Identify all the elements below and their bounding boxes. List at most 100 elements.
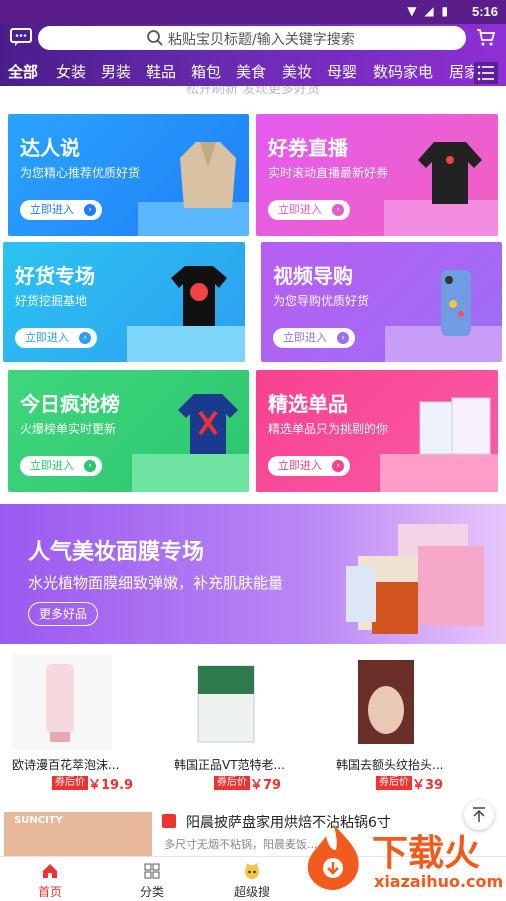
tab-category[interactable]: 分类 bbox=[122, 859, 182, 899]
coat-image bbox=[180, 142, 236, 208]
tab-beauty[interactable]: 美妆 bbox=[282, 61, 312, 82]
card-selected-items[interactable]: 精选单品 精选单品只为挑剔的你 立即进入 › bbox=[256, 370, 498, 492]
tab-all[interactable]: 全部 bbox=[8, 61, 38, 82]
tab-digital[interactable]: 数码家电 bbox=[373, 61, 433, 82]
enter-button-label: 立即进入 bbox=[30, 459, 74, 472]
tab-home-page[interactable]: 首页 bbox=[20, 859, 80, 899]
product-name: 韩国去额头纹抬头... bbox=[336, 758, 444, 772]
search-placeholder: 粘贴宝贝标题/输入关键字搜索 bbox=[168, 32, 355, 48]
product-image bbox=[174, 654, 274, 750]
product-image bbox=[12, 654, 112, 750]
status-time: 5:16 bbox=[471, 4, 498, 19]
sweater-image bbox=[178, 394, 238, 454]
mask-box-image bbox=[419, 397, 491, 455]
enter-button[interactable]: 立即进入 › bbox=[268, 200, 350, 220]
promo-banner[interactable]: 人气美妆面膜专场 水光植物面膜细致弹嫩，补充肌肤能量 更多好品 bbox=[0, 504, 506, 644]
banner-subtitle: 水光植物面膜细致弹嫩，补充肌肤能量 bbox=[28, 574, 284, 592]
product-card[interactable]: 欧诗漫百花萃泡沫... 券后价 ￥19.9 bbox=[12, 654, 172, 794]
arrow-icon: › bbox=[332, 460, 344, 472]
top-header: 粘贴宝贝标题/输入关键字搜索 全部 女装 男装 鞋品 箱包 美食 美妆 母婴 数… bbox=[0, 24, 506, 86]
feed-subtitle: 多尺寸无烟不粘锅，阳晨麦饭... bbox=[164, 838, 318, 851]
card-platform bbox=[132, 454, 249, 492]
card-title: 好货专场 bbox=[15, 264, 95, 288]
tab-baby[interactable]: 母婴 bbox=[327, 61, 357, 82]
tab-label: 超级搜 bbox=[233, 885, 270, 899]
tab-label: 首页 bbox=[37, 885, 62, 899]
tab-bags[interactable]: 箱包 bbox=[191, 61, 221, 82]
menu-icon[interactable] bbox=[474, 62, 498, 84]
enter-button[interactable]: 立即进入 › bbox=[273, 328, 355, 348]
card-subtitle: 好货挖掘基地 bbox=[15, 294, 88, 308]
coupon-tag: 券后价 bbox=[214, 776, 250, 790]
enter-button[interactable]: 立即进入 › bbox=[15, 328, 97, 348]
grid-icon bbox=[144, 863, 160, 879]
card-subtitle: 精选单品只为挑剔的你 bbox=[268, 422, 389, 436]
status-bar: ▼ ◢ ▮ 5:16 bbox=[0, 0, 506, 24]
card-hot-list[interactable]: 今日疯抢榜 火爆榜单实时更新 立即进入 › bbox=[8, 370, 249, 492]
enter-button[interactable]: 立即进入 › bbox=[268, 456, 350, 476]
card-title: 精选单品 bbox=[268, 392, 348, 416]
main-content: 松开刷新 发现更多好货 达人说 为您精心推荐优质好货 立即进入 › 好券直播 实时… bbox=[0, 86, 506, 856]
card-good-goods[interactable]: 好货专场 好货挖掘基地 立即进入 › bbox=[3, 242, 245, 362]
enter-button-label: 立即进入 bbox=[30, 203, 74, 216]
card-title: 达人说 bbox=[20, 136, 80, 160]
card-video-guide[interactable]: 视频导购 为您导购优质好货 立即进入 › bbox=[261, 242, 502, 362]
card-title: 视频导购 bbox=[273, 264, 353, 288]
product-price: ￥79 bbox=[250, 778, 282, 793]
platform-badge-icon bbox=[162, 814, 176, 828]
card-subtitle: 火爆榜单实时更新 bbox=[20, 422, 117, 436]
product-image bbox=[336, 654, 436, 750]
product-name: 韩国正品VT范特老... bbox=[174, 758, 285, 772]
card-subtitle: 为您精心推荐优质好货 bbox=[20, 166, 141, 180]
phone-case-image bbox=[441, 270, 471, 336]
tab-food[interactable]: 美食 bbox=[236, 61, 266, 82]
search-input[interactable]: 粘贴宝贝标题/输入关键字搜索 bbox=[38, 26, 466, 50]
cart-icon[interactable] bbox=[476, 27, 496, 47]
tab-men[interactable]: 男装 bbox=[101, 61, 131, 82]
arrow-icon: › bbox=[84, 204, 96, 216]
card-title: 好券直播 bbox=[268, 136, 348, 160]
enter-button[interactable]: 立即进入 › bbox=[20, 456, 102, 476]
arrow-icon: › bbox=[84, 460, 96, 472]
feed-thumbnail: SUNCITY bbox=[4, 812, 152, 856]
tab-women[interactable]: 女装 bbox=[56, 61, 86, 82]
product-card[interactable]: 韩国正品VT范特老... 券后价 ￥79 bbox=[174, 654, 334, 794]
refresh-hint: 松开刷新 发现更多好货 bbox=[185, 86, 321, 97]
coupon-tag: 券后价 bbox=[52, 776, 88, 790]
card-platform bbox=[127, 326, 245, 362]
card-daren[interactable]: 达人说 为您精心推荐优质好货 立即进入 › bbox=[8, 114, 249, 236]
card-title: 今日疯抢榜 bbox=[20, 392, 120, 416]
arrow-icon: › bbox=[332, 204, 344, 216]
flame-logo-icon bbox=[307, 824, 359, 890]
status-icons: ▼ ◢ ▮ bbox=[407, 4, 450, 18]
more-goods-button[interactable]: 更多好品 bbox=[28, 602, 99, 626]
thumbnail-brand: SUNCITY bbox=[14, 815, 63, 826]
watermark-logo: 下载火 xiazaihuo.com bbox=[298, 812, 504, 898]
product-price: ￥19.9 bbox=[88, 778, 134, 793]
arrow-icon: › bbox=[337, 332, 349, 344]
message-icon[interactable] bbox=[10, 28, 32, 46]
search-icon bbox=[147, 30, 163, 46]
banner-title: 人气美妆面膜专场 bbox=[28, 540, 205, 565]
product-card[interactable]: 韩国去额头纹抬头... 券后价 ￥39 bbox=[336, 654, 496, 794]
card-coupon-live[interactable]: 好券直播 实时滚动直播最新好券 立即进入 › bbox=[256, 114, 498, 236]
coupon-tag: 券后价 bbox=[376, 776, 412, 790]
cat-mascot-icon bbox=[245, 863, 259, 879]
enter-button-label: 立即进入 bbox=[283, 331, 327, 344]
watermark-text: 下载火 bbox=[372, 833, 481, 874]
arrow-icon: › bbox=[79, 332, 91, 344]
tab-shoes[interactable]: 鞋品 bbox=[146, 61, 176, 82]
tab-super-search[interactable]: 超级搜 bbox=[222, 859, 282, 899]
product-name: 欧诗漫百花萃泡沫... bbox=[12, 758, 120, 772]
enter-button[interactable]: 立即进入 › bbox=[20, 200, 102, 220]
mask-products-image bbox=[346, 524, 484, 634]
card-subtitle: 为您导购优质好货 bbox=[273, 294, 370, 308]
card-subtitle: 实时滚动直播最新好券 bbox=[268, 166, 389, 180]
category-tabs: 全部 女装 男装 鞋品 箱包 美食 美妆 母婴 数码家电 居家 bbox=[0, 58, 506, 86]
home-icon bbox=[43, 864, 57, 878]
enter-button-label: 立即进入 bbox=[25, 331, 69, 344]
product-price: ￥39 bbox=[412, 778, 444, 793]
enter-button-label: 立即进入 bbox=[278, 203, 322, 216]
enter-button-label: 立即进入 bbox=[278, 459, 322, 472]
watermark-url: xiazaihuo.com bbox=[374, 872, 504, 891]
